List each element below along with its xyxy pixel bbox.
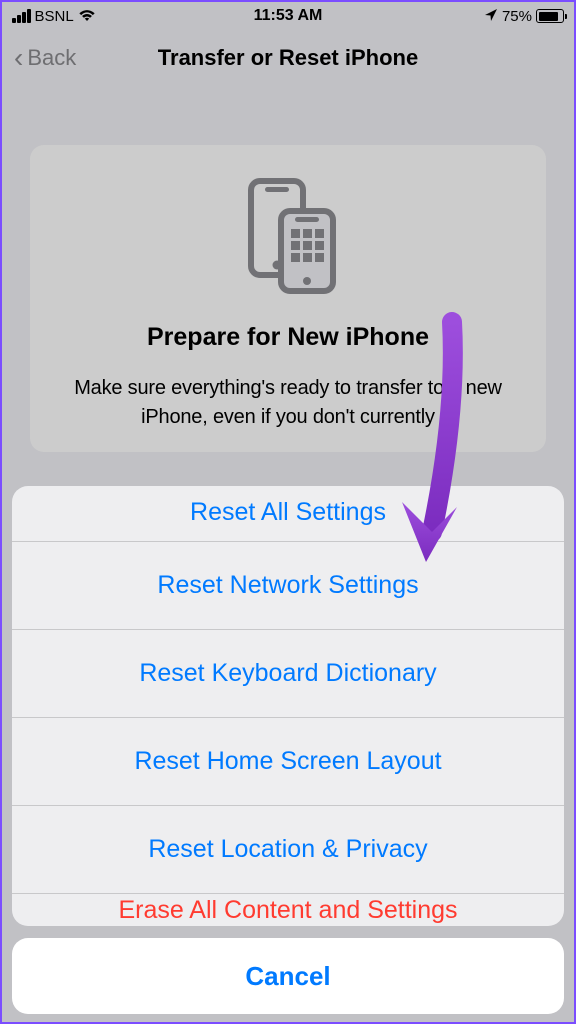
reset-all-settings-button[interactable]: Reset All Settings — [12, 486, 564, 542]
reset-keyboard-dictionary-button[interactable]: Reset Keyboard Dictionary — [12, 630, 564, 718]
cancel-button[interactable]: Cancel — [12, 938, 564, 1014]
reset-location-privacy-button[interactable]: Reset Location & Privacy — [12, 806, 564, 894]
action-sheet: Reset All Settings Reset Network Setting… — [12, 486, 564, 1022]
reset-network-settings-button[interactable]: Reset Network Settings — [12, 542, 564, 630]
erase-all-content-button[interactable]: Erase All Content and Settings — [12, 894, 564, 926]
reset-home-screen-layout-button[interactable]: Reset Home Screen Layout — [12, 718, 564, 806]
action-group: Reset All Settings Reset Network Setting… — [12, 486, 564, 926]
